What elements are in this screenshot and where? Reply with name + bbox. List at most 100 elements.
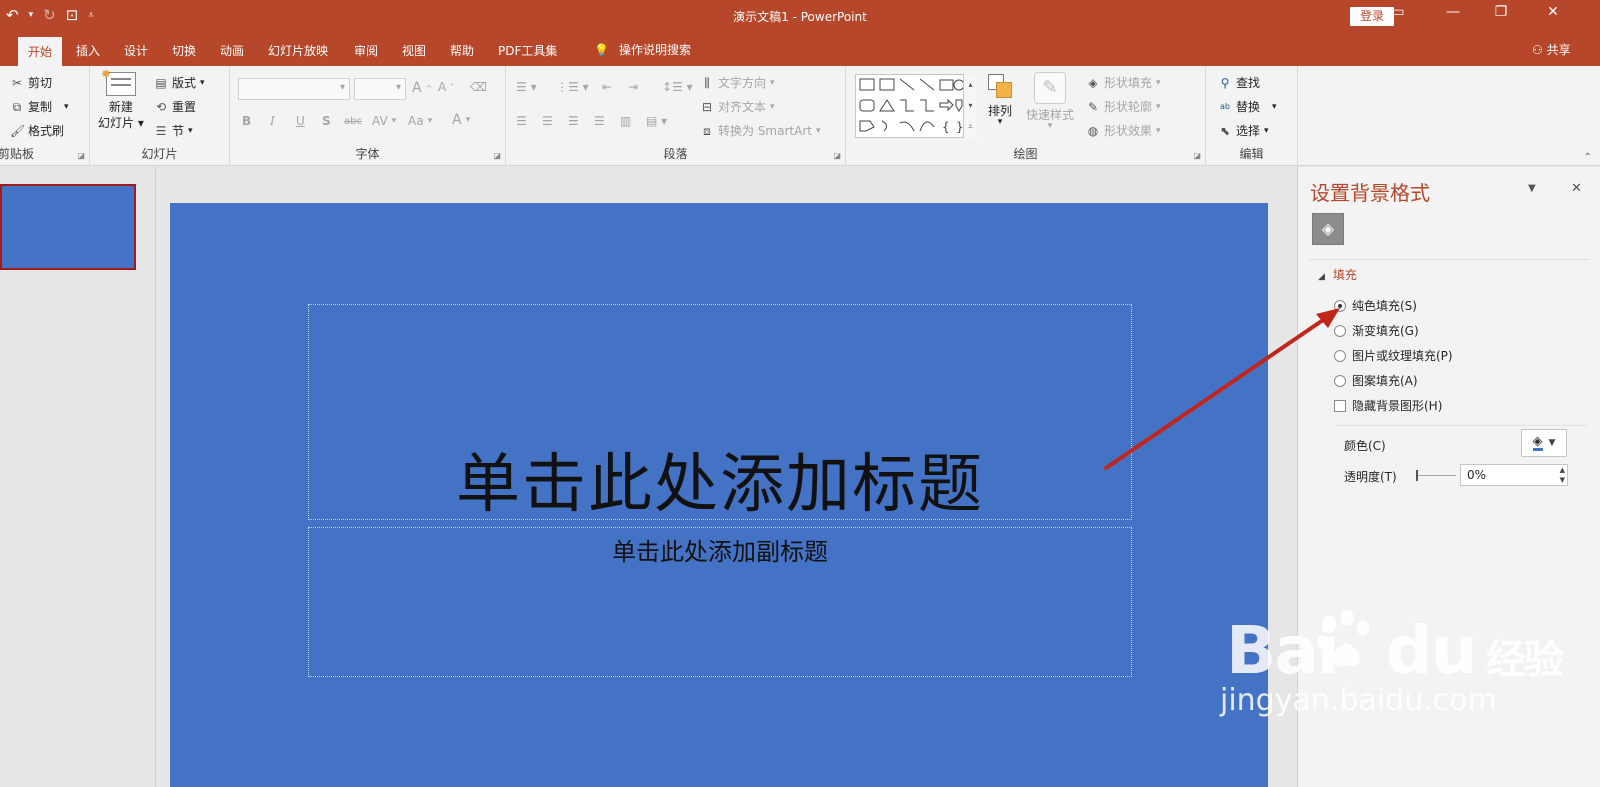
strikethrough-button[interactable]: abc bbox=[344, 116, 362, 127]
fill-section-header[interactable]: ◢ 填充 bbox=[1318, 266, 1357, 283]
line-spacing-button[interactable]: ↕☰ ▾ bbox=[662, 80, 693, 94]
slide-thumbnail-1[interactable] bbox=[0, 184, 136, 270]
tab-transitions[interactable]: 切换 bbox=[172, 42, 196, 59]
shrink-font-button[interactable]: A ˅ bbox=[438, 80, 454, 94]
minimize-icon[interactable]: — bbox=[1430, 4, 1476, 20]
font-name-combo[interactable] bbox=[238, 78, 350, 100]
change-case-button[interactable]: Aa ▾ bbox=[408, 114, 432, 128]
color-label: 颜色(C) bbox=[1344, 439, 1386, 453]
select-button[interactable]: ⬉ 选择 ▾ bbox=[1218, 122, 1269, 139]
shapes-gallery-scroll[interactable]: ▴ ▾ ⩡ bbox=[963, 74, 977, 138]
shape-fill-button[interactable]: ◈ 形状填充 ▾ bbox=[1086, 74, 1160, 91]
section-label: 节 bbox=[172, 124, 185, 138]
tab-animations[interactable]: 动画 bbox=[220, 42, 244, 59]
picture-fill-radio[interactable] bbox=[1334, 349, 1346, 362]
reset-icon: ⟲ bbox=[155, 99, 167, 114]
pattern-fill-radio[interactable] bbox=[1334, 374, 1346, 387]
transparency-input[interactable]: 0% ▲ ▼ bbox=[1460, 464, 1568, 486]
columns-button[interactable]: ▤ ▾ bbox=[646, 114, 667, 128]
section-button[interactable]: ☰ 节 ▾ bbox=[154, 122, 193, 139]
align-text-label: 对齐文本 bbox=[718, 100, 767, 114]
transparency-slider[interactable] bbox=[1416, 475, 1456, 476]
pane-close-icon[interactable]: ✕ bbox=[1571, 181, 1582, 196]
text-direction-button[interactable]: ⫼ 文字方向 ▾ bbox=[700, 74, 774, 91]
increase-indent-button[interactable]: ⇥ bbox=[628, 80, 638, 94]
drawing-dialog-launcher-icon[interactable]: ◪ bbox=[1193, 151, 1201, 160]
dialog-launcher-icon[interactable]: ◪ bbox=[77, 151, 85, 160]
decrease-indent-button[interactable]: ⇤ bbox=[602, 80, 612, 94]
watermark-cn: 经验 bbox=[1485, 637, 1564, 683]
shape-outline-button[interactable]: ✎ 形状轮廓 ▾ bbox=[1086, 98, 1161, 115]
tab-view[interactable]: 视图 bbox=[402, 42, 426, 59]
color-picker-button[interactable]: ◈ ▼ bbox=[1521, 429, 1567, 457]
pane-divider bbox=[1310, 259, 1588, 260]
distributed-button[interactable]: ▥ bbox=[620, 114, 631, 128]
paragraph-dialog-launcher-icon[interactable]: ◪ bbox=[833, 151, 841, 160]
align-right-button[interactable]: ☰ bbox=[568, 114, 579, 128]
italic-button[interactable]: I bbox=[270, 114, 275, 128]
title-text: 单击此处添加标题 bbox=[456, 448, 984, 522]
clipboard-group-label: 剪贴板 bbox=[0, 147, 35, 161]
numbering-button[interactable]: ⋮☰ ▾ bbox=[556, 80, 589, 94]
quick-styles-button[interactable]: ✎ 快速样式 ▾ bbox=[1026, 72, 1074, 131]
pane-options-icon[interactable]: ▼ bbox=[1528, 183, 1536, 194]
align-text-button[interactable]: ⊟ 对齐文本 ▾ bbox=[700, 98, 775, 115]
new-slide-button[interactable]: ✸ 新建 幻灯片 ▾ bbox=[98, 67, 144, 131]
shape-effects-button[interactable]: ◍ 形状效果 ▾ bbox=[1086, 122, 1161, 139]
find-button[interactable]: ⚲ 查找 bbox=[1218, 74, 1260, 91]
title-placeholder[interactable]: 单击此处添加标题 bbox=[308, 304, 1132, 522]
fill-tab-icon[interactable]: ◈ bbox=[1312, 213, 1344, 245]
tab-pdf-tools[interactable]: PDF工具集 bbox=[498, 42, 557, 59]
tell-me-search[interactable]: 💡 操作说明搜索 bbox=[594, 41, 691, 58]
cut-button[interactable]: ✂ 剪切 bbox=[10, 74, 52, 91]
underline-button[interactable]: U bbox=[296, 114, 305, 128]
spinner-arrows-icon[interactable]: ▲ ▼ bbox=[1560, 465, 1565, 485]
font-size-combo[interactable] bbox=[354, 78, 406, 100]
dropdown-arrow-icon: ▼ bbox=[1548, 438, 1556, 448]
collapse-ribbon-icon[interactable]: ⌃ bbox=[1584, 152, 1592, 163]
tab-design[interactable]: 设计 bbox=[124, 42, 148, 59]
tab-home[interactable]: 开始 bbox=[18, 37, 63, 66]
layout-button[interactable]: ▤ 版式 ▾ bbox=[154, 74, 204, 91]
maximize-icon[interactable]: ❐ bbox=[1478, 4, 1524, 20]
solid-fill-option[interactable]: 纯色填充(S) bbox=[1334, 297, 1417, 314]
format-painter-button[interactable]: 🖌 格式刷 bbox=[10, 122, 64, 139]
hide-background-checkbox[interactable] bbox=[1334, 399, 1346, 412]
convert-smartart-button[interactable]: ⧈ 转换为 SmartArt ▾ bbox=[700, 122, 820, 139]
font-dialog-launcher-icon[interactable]: ◪ bbox=[493, 151, 501, 160]
reset-button[interactable]: ⟲ 重置 bbox=[154, 98, 196, 115]
tab-slideshow[interactable]: 幻灯片放映 bbox=[268, 42, 328, 59]
char-spacing-button[interactable]: AV ▾ bbox=[372, 114, 396, 128]
ribbon-tabs: 开始 插入 设计 切换 动画 幻灯片放映 审阅 视图 帮助 PDF工具集 💡 操… bbox=[0, 33, 1600, 66]
gradient-fill-option[interactable]: 渐变填充(G) bbox=[1334, 322, 1419, 339]
watermark-brand-text-2: du bbox=[1385, 612, 1477, 689]
tab-insert[interactable]: 插入 bbox=[76, 42, 100, 59]
tab-review[interactable]: 审阅 bbox=[354, 42, 378, 59]
solid-fill-radio[interactable] bbox=[1334, 299, 1346, 312]
arrange-button[interactable]: 排列 ▾ bbox=[986, 72, 1014, 127]
share-button[interactable]: ⚇ 共享 bbox=[1532, 41, 1571, 58]
pattern-fill-option[interactable]: 图案填充(A) bbox=[1334, 372, 1418, 389]
ribbon-display-options-icon[interactable]: ▭ bbox=[1375, 4, 1421, 20]
justify-button[interactable]: ☰ bbox=[594, 114, 605, 128]
align-center-button[interactable]: ☰ bbox=[542, 114, 553, 128]
copy-button[interactable]: ⧉ 复制 ▾ bbox=[10, 98, 69, 115]
shapes-gallery[interactable]: {} bbox=[855, 74, 977, 138]
font-color-button[interactable]: A ▾ bbox=[452, 112, 470, 128]
bold-button[interactable]: B bbox=[242, 114, 251, 128]
grow-font-button[interactable]: A ^ bbox=[412, 80, 432, 96]
close-icon[interactable]: ✕ bbox=[1530, 4, 1576, 20]
shadow-button[interactable]: S bbox=[322, 114, 331, 128]
picture-fill-option[interactable]: 图片或纹理填充(P) bbox=[1334, 347, 1453, 364]
clear-formatting-icon[interactable]: ⌫ bbox=[470, 80, 487, 94]
align-left-button[interactable]: ☰ bbox=[516, 114, 527, 128]
gradient-fill-radio[interactable] bbox=[1334, 324, 1346, 337]
slide[interactable]: 单击此处添加标题 单击此处添加副标题 bbox=[170, 203, 1268, 787]
hide-background-option[interactable]: 隐藏背景图形(H) bbox=[1334, 397, 1442, 414]
copy-icon: ⧉ bbox=[12, 99, 22, 114]
bullets-button[interactable]: ☰ ▾ bbox=[516, 80, 537, 94]
replace-button[interactable]: ab 替换 ▾ bbox=[1218, 98, 1277, 115]
subtitle-placeholder[interactable]: 单击此处添加副标题 bbox=[308, 527, 1132, 677]
transparency-slider-thumb[interactable] bbox=[1416, 470, 1418, 481]
tab-help[interactable]: 帮助 bbox=[450, 42, 474, 59]
